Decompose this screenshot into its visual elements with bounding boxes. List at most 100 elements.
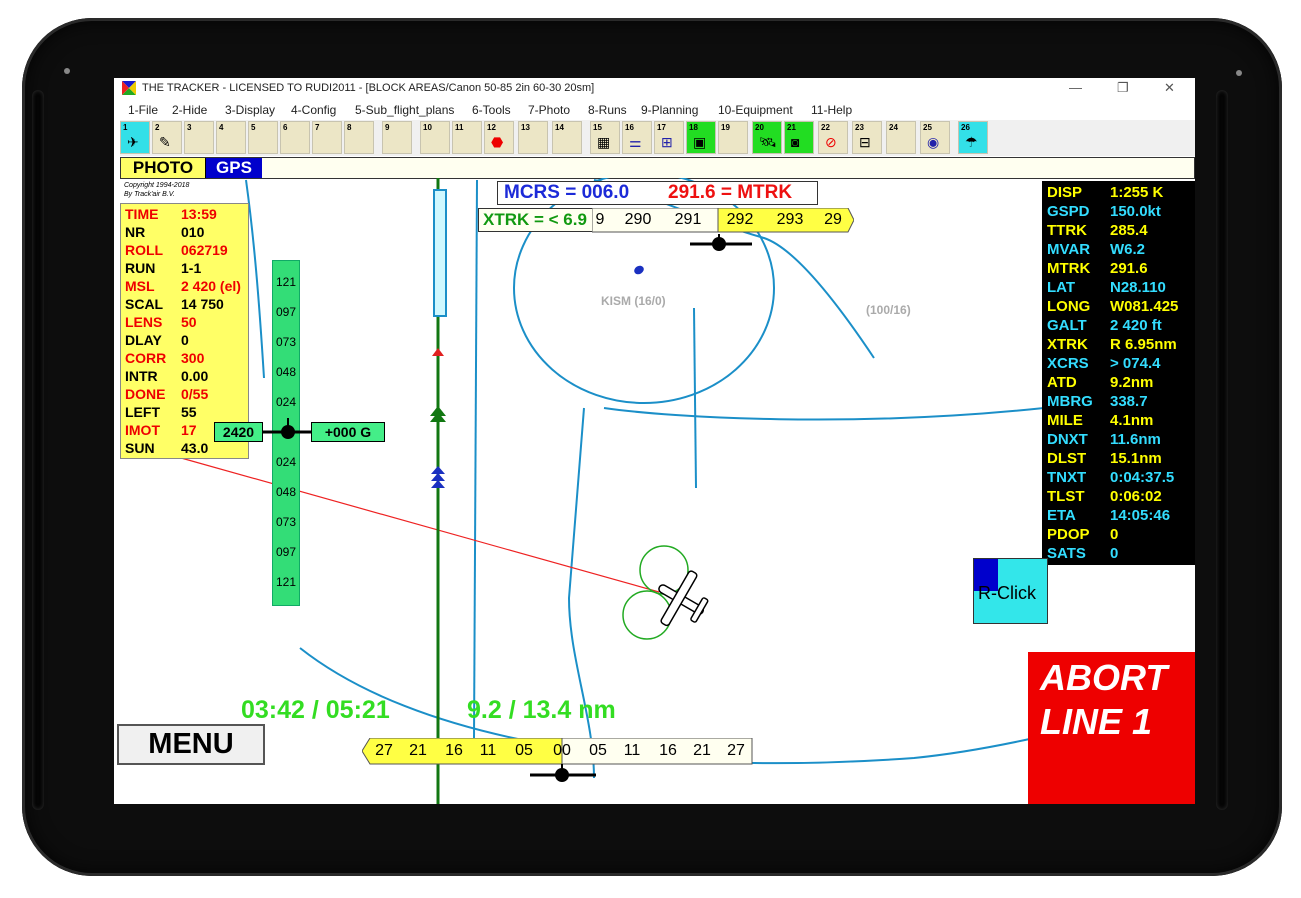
vertical-speed-value: +000 G xyxy=(311,422,385,442)
info-label: DONE xyxy=(125,386,166,402)
menu-button[interactable]: MENU xyxy=(117,724,265,765)
pen-icon: ✎ xyxy=(159,134,171,150)
copyright-line-2: By Track'air B.V. xyxy=(124,191,175,198)
close-button[interactable]: ✕ xyxy=(1164,80,1175,96)
toolbar-button-24[interactable]: 24 xyxy=(886,121,916,154)
toolbar-button-11[interactable]: 11 xyxy=(452,121,482,154)
info-label: LENS xyxy=(125,314,163,330)
toolbar-number: 24 xyxy=(889,123,898,132)
copyright-line-1: Copyright 1994-2018 xyxy=(124,182,190,189)
info-value: 0.00 xyxy=(181,368,209,384)
toolbar-button-25[interactable]: 25 ◉ xyxy=(920,121,950,154)
menu-planning[interactable]: 9-Planning xyxy=(641,103,698,117)
alt-tick: 048 xyxy=(276,485,297,499)
gps-value: W081.425 xyxy=(1110,298,1179,315)
stop-sign-icon: ⬣ xyxy=(491,134,504,150)
toolbar-button-5[interactable]: 5 xyxy=(248,121,278,154)
menu-hide[interactable]: 2-Hide xyxy=(172,103,207,117)
toolbar-button-26[interactable]: 26 ☂ xyxy=(958,121,988,154)
toolbar-number: 22 xyxy=(821,123,830,132)
heading-tick: 290 xyxy=(624,211,652,228)
menu-photo[interactable]: 7-Photo xyxy=(528,103,570,117)
toolbar-number: 23 xyxy=(855,123,864,132)
toolbar-button-6[interactable]: 6 xyxy=(280,121,310,154)
marker-blue-arrow-2 xyxy=(431,473,445,481)
satellite-icon: 🛰 xyxy=(759,134,777,150)
menu-tools[interactable]: 6-Tools xyxy=(472,103,511,117)
toolbar-number: 1 xyxy=(123,123,128,132)
mcrs-value: MCRS = 006.0 xyxy=(504,182,630,203)
alt-tick: 121 xyxy=(276,575,297,589)
marker-blue-arrow-3 xyxy=(431,480,445,488)
toolbar-button-21[interactable]: 21 ◙ xyxy=(784,121,814,154)
gps-value: 0:06:02 xyxy=(1110,488,1162,505)
info-value: 55 xyxy=(181,404,197,420)
info-value: 1-1 xyxy=(181,260,202,276)
toolbar-button-3[interactable]: 3 xyxy=(184,121,214,154)
info-label: INTR xyxy=(125,368,158,384)
heading-tick: 291 xyxy=(674,211,702,228)
toolbar-button-10[interactable]: 10 xyxy=(420,121,450,154)
menu-runs[interactable]: 8-Runs xyxy=(588,103,627,117)
gps-mode-button[interactable]: GPS xyxy=(206,158,262,178)
toolbar-number: 17 xyxy=(657,123,666,132)
menu-equipment[interactable]: 10-Equipment xyxy=(718,103,793,117)
toolbar-button-14[interactable]: 14 xyxy=(552,121,582,154)
toolbar-button-13[interactable]: 13 xyxy=(518,121,548,154)
track-line xyxy=(173,455,660,593)
xtrack-tick: 21 xyxy=(409,742,427,759)
info-value: 300 xyxy=(181,350,205,366)
toolbar-button-8[interactable]: 8 xyxy=(344,121,374,154)
toolbar-button-22[interactable]: 22 ⊘ xyxy=(818,121,848,154)
menu-sub-flight-plans[interactable]: 5-Sub_flight_plans xyxy=(355,103,454,117)
toolbar-button-12[interactable]: 12 ⬣ xyxy=(484,121,514,154)
cross-track-tape: 27 21 16 11 05 00 05 11 16 21 27 xyxy=(362,738,754,766)
toolbar-button-20[interactable]: 20 🛰 xyxy=(752,121,782,154)
bezel-groove-left xyxy=(32,90,44,810)
toolbar-button-19[interactable]: 19 xyxy=(718,121,748,154)
menu-config[interactable]: 4-Config xyxy=(291,103,336,117)
xtrack-tick: 05 xyxy=(515,742,533,759)
toolbar-number: 5 xyxy=(251,123,256,132)
toolbar-number: 25 xyxy=(923,123,932,132)
toolbar-number: 19 xyxy=(721,123,730,132)
toolbar-number: 4 xyxy=(219,123,224,132)
toolbar-button-4[interactable]: 4 xyxy=(216,121,246,154)
toolbar-button-17[interactable]: 17 ⊞ xyxy=(654,121,684,154)
info-value: 2 420 (el) xyxy=(181,278,241,294)
toolbar-number: 2 xyxy=(155,123,160,132)
toolbar-button-2[interactable]: 2 ✎ xyxy=(152,121,182,154)
heading-tick: 9 xyxy=(595,211,605,228)
toolbar-button-15[interactable]: 15 ▦ xyxy=(590,121,620,154)
toolbar-button-1[interactable]: 1 ✈ xyxy=(120,121,150,154)
info-value: 43.0 xyxy=(181,440,209,456)
xtrack-tick: 11 xyxy=(623,742,641,759)
heading-tick: 292 xyxy=(726,211,754,228)
toolbar-number: 20 xyxy=(755,123,764,132)
info-value: 14 750 xyxy=(181,296,224,312)
toolbar-button-18[interactable]: 18 ▣ xyxy=(686,121,716,154)
r-click-button[interactable]: R-Click xyxy=(973,558,1048,624)
gps-label: TLST xyxy=(1047,488,1085,505)
toolbar-button-23[interactable]: 23 ⊟ xyxy=(852,121,882,154)
photo-mode-button[interactable]: PHOTO xyxy=(121,158,206,178)
minimize-button[interactable]: — xyxy=(1069,80,1082,95)
toolbar-button-16[interactable]: 16 ⚌ xyxy=(622,121,652,154)
gps-label: SATS xyxy=(1047,545,1086,562)
toolbar-button-9[interactable]: 9 xyxy=(382,121,412,154)
abort-line-button[interactable]: ABORT LINE 1 xyxy=(1028,652,1195,804)
layout-icon: ⊟ xyxy=(859,134,871,150)
info-value: 010 xyxy=(181,224,205,240)
info-label: TIME xyxy=(125,206,159,222)
info-value: 0 xyxy=(181,332,189,348)
menu-display[interactable]: 3-Display xyxy=(225,103,275,117)
menu-help[interactable]: 11-Help xyxy=(811,103,852,117)
maximize-button[interactable]: ❐ xyxy=(1117,80,1129,96)
alt-tick: 024 xyxy=(276,455,297,469)
gps-label: PDOP xyxy=(1047,526,1090,543)
menu-file[interactable]: 1-File xyxy=(128,103,158,117)
gps-label: GSPD xyxy=(1047,203,1090,220)
bezel-screw-right xyxy=(1236,70,1242,76)
gps-value: W6.2 xyxy=(1110,241,1146,258)
toolbar-button-7[interactable]: 7 xyxy=(312,121,342,154)
